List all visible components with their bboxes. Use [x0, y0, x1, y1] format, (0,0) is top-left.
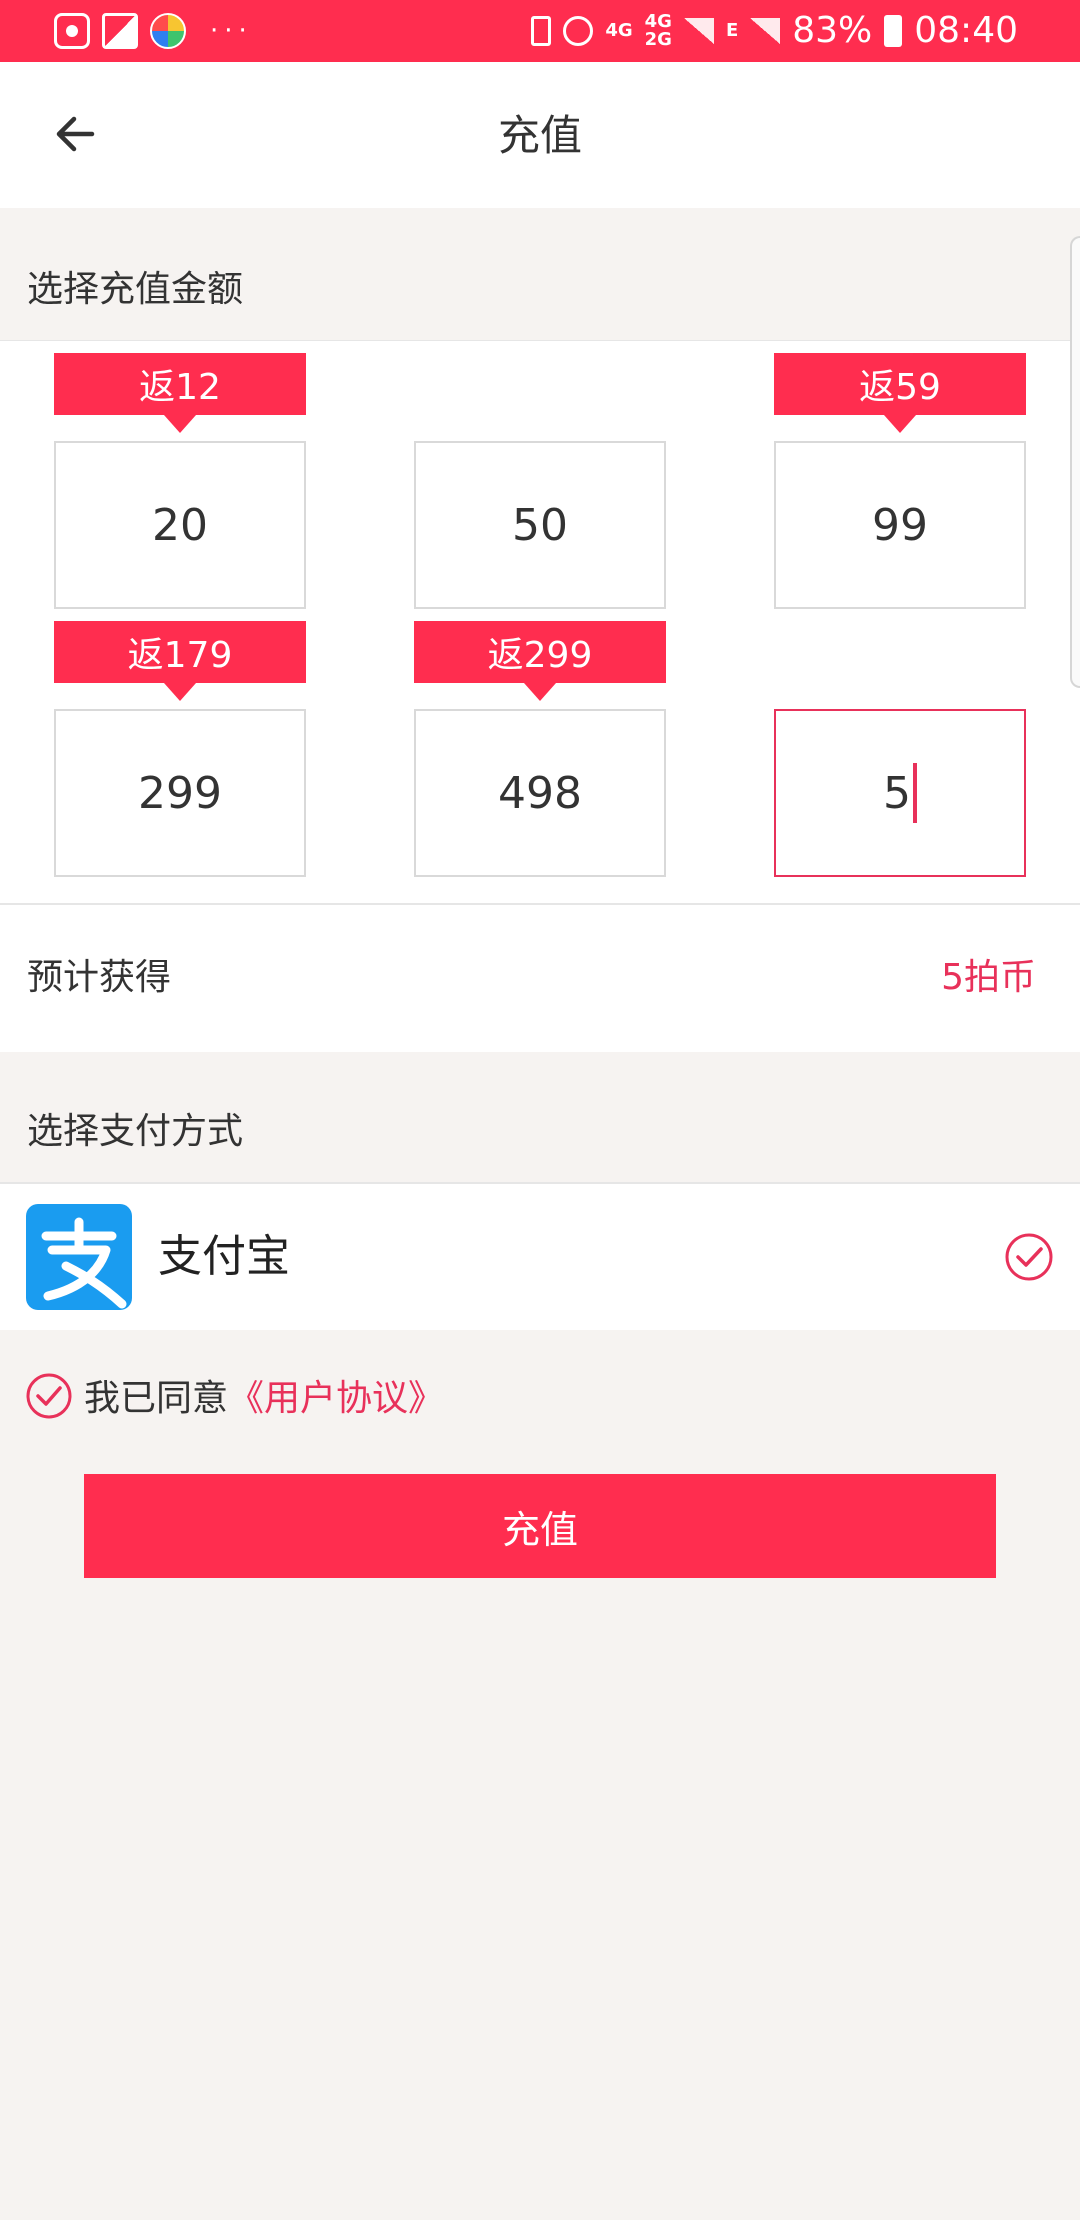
recharge-button[interactable]: 充值	[84, 1474, 996, 1578]
text-cursor	[913, 763, 917, 823]
custom-amount-input[interactable]: 5	[774, 709, 1026, 877]
amount-grid: 返12 20 50 返59 99 返179 299 返299 498 5	[0, 341, 1080, 903]
network-4g-label: 4G	[605, 20, 633, 41]
agreement-text: 我已同意《用户协议》	[84, 1374, 444, 1424]
signal-icon	[683, 18, 714, 44]
amount-section-label: 选择充值金额	[27, 269, 244, 310]
alipay-icon	[26, 1204, 132, 1310]
clock: 08:40	[914, 10, 1018, 51]
agreement-check-icon[interactable]	[25, 1372, 73, 1420]
top-app-bar: 充值	[0, 62, 1080, 208]
status-bar-right: 4G 4G 2G E 83% 08:40	[531, 8, 1018, 54]
agreement-label: 我已同意	[84, 1378, 229, 1419]
user-agreement-link[interactable]: 《用户协议》	[228, 1378, 444, 1419]
scroll-indicator	[1070, 236, 1080, 688]
battery-saver-icon	[531, 16, 552, 46]
network-4g-2g-label: 4G 2G	[644, 11, 672, 50]
payment-method-alipay[interactable]: 支付宝	[0, 1184, 1080, 1330]
amount-option-50[interactable]: 50	[414, 441, 666, 609]
bonus-tag: 返59	[774, 353, 1026, 433]
custom-amount-value: 5	[883, 767, 911, 819]
payment-section-label: 选择支付方式	[27, 1111, 244, 1152]
check-circle-icon[interactable]	[1004, 1232, 1054, 1282]
bonus-tag: 返179	[54, 621, 306, 701]
signal-icon	[750, 18, 781, 44]
ball-icon	[150, 13, 186, 49]
amount-option-299[interactable]: 299	[54, 709, 306, 877]
amount-option-498[interactable]: 498	[414, 709, 666, 877]
page-title: 充值	[497, 111, 582, 160]
battery-percent: 83%	[792, 10, 873, 51]
status-bar-left: ···	[54, 12, 253, 50]
expected-row: 预计获得 5拍币	[0, 905, 1080, 1052]
amount-option-20[interactable]: 20	[54, 441, 306, 609]
alipay-label: 支付宝	[158, 1231, 290, 1282]
gallery-icon	[102, 13, 138, 49]
amount-option-99[interactable]: 99	[774, 441, 1026, 609]
expected-value: 5拍币	[941, 957, 1036, 998]
battery-icon	[884, 15, 903, 47]
network-e-label: E	[725, 20, 739, 41]
expected-label: 预计获得	[27, 957, 172, 998]
more-notifications-icon: ···	[210, 16, 253, 46]
bonus-tag: 返299	[414, 621, 666, 701]
baidu-icon	[54, 13, 90, 49]
alarm-icon	[563, 16, 594, 46]
status-bar: ··· 4G 4G 2G E 83% 08:40	[0, 0, 1080, 62]
bonus-tag: 返12	[54, 353, 306, 433]
